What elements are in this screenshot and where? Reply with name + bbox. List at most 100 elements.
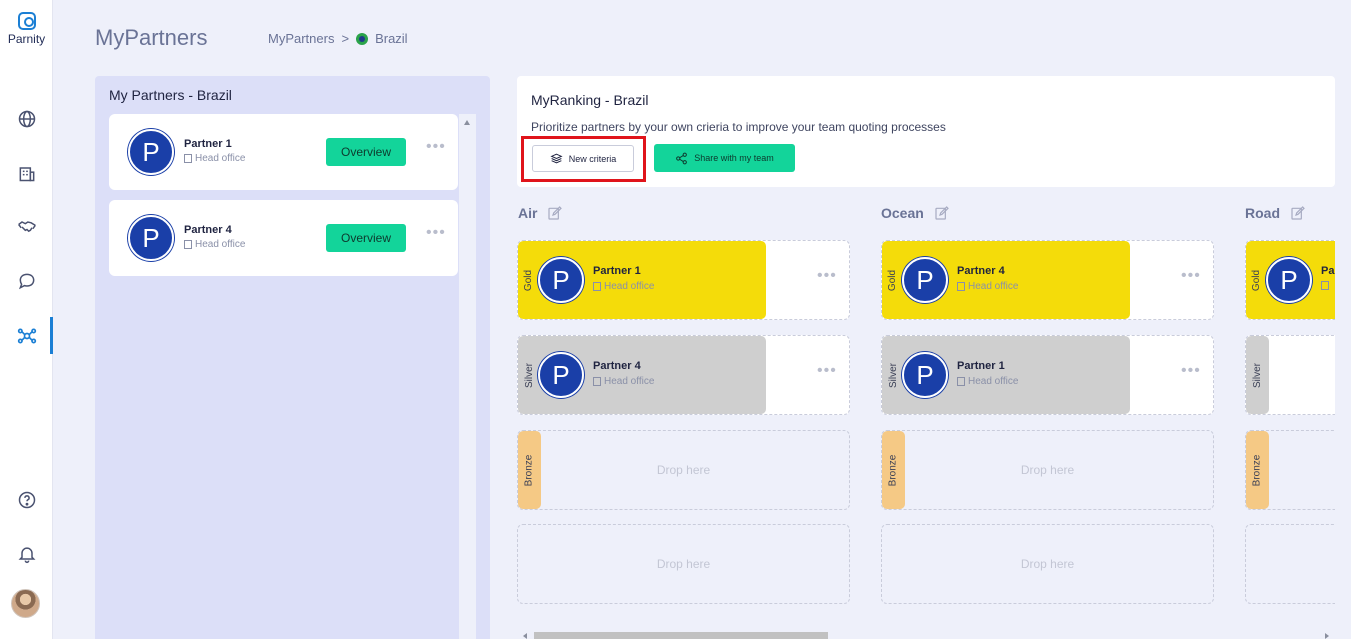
ranking-board: Air Gold P Partner 1 Head office ••• Sil… xyxy=(517,195,1335,639)
column-title-ocean: Ocean xyxy=(881,205,950,221)
tier-label: Silver xyxy=(1251,362,1263,388)
more-options-icon[interactable]: ••• xyxy=(426,224,446,242)
ranking-slot-gold[interactable]: Gold P Partner 1 Head office ••• xyxy=(517,240,850,320)
page-title: MyPartners xyxy=(95,25,208,50)
building-small-icon xyxy=(1321,281,1329,290)
partner-location xyxy=(1321,281,1329,290)
partner-name: Partner 4 xyxy=(957,265,1005,277)
building-small-icon xyxy=(184,240,192,249)
network-icon[interactable] xyxy=(13,322,40,349)
partner-name: Partner 4 xyxy=(593,360,641,372)
logo-text: Parnity xyxy=(7,32,46,46)
drop-zone-text: Drop here xyxy=(656,463,711,477)
ranking-title: MyRanking - Brazil xyxy=(531,92,649,108)
ranking-slot-empty[interactable] xyxy=(1245,524,1335,604)
partner-location: Head office xyxy=(957,376,1018,387)
partner-avatar: P xyxy=(128,129,174,175)
column-title-air: Air xyxy=(518,205,563,221)
more-options-icon[interactable]: ••• xyxy=(1181,362,1201,380)
chat-icon[interactable] xyxy=(13,267,40,294)
drop-zone-text: Drop here xyxy=(1020,463,1075,477)
scroll-right-icon[interactable] xyxy=(1325,633,1329,639)
partner-avatar: P xyxy=(1266,257,1312,303)
column-title-text: Air xyxy=(518,205,538,221)
rail-active-indicator xyxy=(50,317,53,354)
new-criteria-label: New criteria xyxy=(568,153,617,164)
handshake-icon[interactable] xyxy=(13,213,40,240)
share-label: Share with my team xyxy=(694,153,774,163)
ranking-slot-bronze[interactable]: Bronze Drop here xyxy=(881,430,1214,510)
left-rail: Parnity xyxy=(0,0,53,639)
parnity-logo-icon xyxy=(17,12,36,30)
building-small-icon xyxy=(593,282,601,291)
more-options-icon[interactable]: ••• xyxy=(1181,267,1201,285)
overview-button[interactable]: Overview xyxy=(326,138,406,166)
partner-card[interactable]: P Partner 4 Head office Overview ••• xyxy=(109,200,458,276)
ranking-slot-empty[interactable]: Drop here xyxy=(517,524,850,604)
tier-label: Gold xyxy=(1251,269,1263,291)
brazil-flag-icon xyxy=(356,32,369,45)
ranking-slot-silver[interactable]: Silver P Partner 4 Head office ••• xyxy=(517,335,850,415)
avatar[interactable] xyxy=(11,589,40,618)
scrollbar-thumb[interactable] xyxy=(534,632,828,639)
board-horizontal-scrollbar[interactable] xyxy=(517,630,1335,639)
building-small-icon xyxy=(957,282,965,291)
help-icon[interactable] xyxy=(13,486,40,513)
partner-location: Head office xyxy=(184,153,245,164)
column-title-text: Road xyxy=(1245,205,1280,221)
ranking-slot-empty[interactable]: Drop here xyxy=(881,524,1214,604)
edit-icon[interactable] xyxy=(934,205,950,221)
more-options-icon[interactable]: ••• xyxy=(817,362,837,380)
column-title-text: Ocean xyxy=(881,205,924,221)
partner-location: Head office xyxy=(593,281,654,292)
partner-location: Head office xyxy=(593,376,654,387)
new-criteria-button[interactable]: New criteria xyxy=(532,145,634,172)
partner-avatar: P xyxy=(902,352,948,398)
ranking-slot-gold[interactable]: Gold P Pa xyxy=(1245,240,1335,320)
share-with-team-button[interactable]: Share with my team xyxy=(654,144,795,172)
ranking-slot-bronze[interactable]: Bronze xyxy=(1245,430,1335,510)
parnity-logo[interactable]: Parnity xyxy=(0,12,53,46)
partner-name: Partner 1 xyxy=(184,138,232,150)
breadcrumb-root[interactable]: MyPartners xyxy=(268,31,334,46)
ranking-slot-silver[interactable]: Silver xyxy=(1245,335,1335,415)
column-title-road: Road xyxy=(1245,205,1306,221)
partner-card[interactable]: P Partner 1 Head office Overview ••• xyxy=(109,114,458,190)
building-icon[interactable] xyxy=(13,159,40,186)
building-small-icon xyxy=(593,377,601,386)
bell-icon[interactable] xyxy=(13,540,40,567)
share-icon xyxy=(676,152,688,164)
partner-location-text: Head office xyxy=(195,153,246,164)
partner-location-text: Head office xyxy=(195,239,246,250)
partner-name: Partner 4 xyxy=(184,224,232,236)
ranking-slot-bronze[interactable]: Bronze Drop here xyxy=(517,430,850,510)
ranking-description: Prioritize partners by your own crieria … xyxy=(531,120,946,134)
more-options-icon[interactable]: ••• xyxy=(817,267,837,285)
partner-avatar: P xyxy=(128,215,174,261)
ranking-slot-silver[interactable]: Silver P Partner 1 Head office ••• xyxy=(881,335,1214,415)
partners-scrollbar[interactable] xyxy=(459,114,476,639)
my-partners-panel: My Partners - Brazil P Partner 1 Head of… xyxy=(95,76,490,639)
scroll-left-icon[interactable] xyxy=(523,633,527,639)
drop-zone-text: Drop here xyxy=(1020,557,1075,571)
ranking-slot-gold[interactable]: Gold P Partner 4 Head office ••• xyxy=(881,240,1214,320)
building-small-icon xyxy=(957,377,965,386)
scroll-up-icon[interactable] xyxy=(464,120,470,125)
partner-name: Partner 1 xyxy=(957,360,1005,372)
partner-avatar: P xyxy=(538,352,584,398)
partner-name: Partner 1 xyxy=(593,265,641,277)
partner-avatar: P xyxy=(538,257,584,303)
layers-icon xyxy=(550,153,563,164)
breadcrumb-separator: > xyxy=(341,31,350,46)
more-options-icon[interactable]: ••• xyxy=(426,138,446,156)
globe-icon[interactable] xyxy=(13,105,40,132)
breadcrumb-current: Brazil xyxy=(375,31,408,46)
partner-name: Pa xyxy=(1321,265,1335,277)
overview-button[interactable]: Overview xyxy=(326,224,406,252)
tier-label: Silver xyxy=(523,362,535,388)
tier-label: Gold xyxy=(887,269,899,291)
breadcrumb: MyPartners > Brazil xyxy=(268,31,408,46)
edit-icon[interactable] xyxy=(547,205,563,221)
edit-icon[interactable] xyxy=(1290,205,1306,221)
drop-zone-text: Drop here xyxy=(656,557,711,571)
